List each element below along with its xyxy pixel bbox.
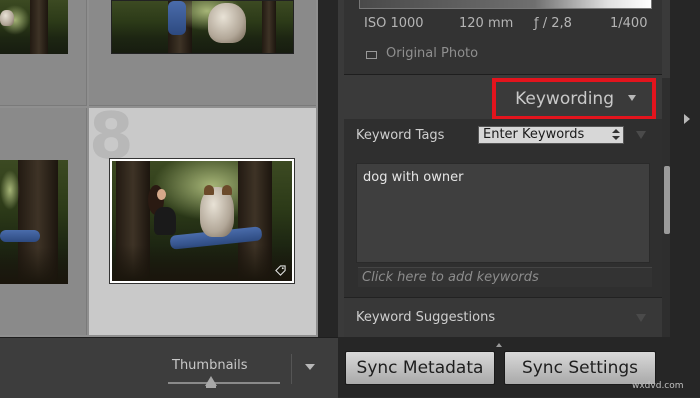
toolbar-options-chevron-icon[interactable] bbox=[305, 364, 315, 370]
photo-thumbnail[interactable] bbox=[111, 0, 294, 54]
shutter-value: 1/400 bbox=[610, 16, 648, 31]
keyword-tags-label: Keyword Tags bbox=[356, 128, 445, 143]
metadata-info-panel: ISO 1000 120 mm ƒ / 2,8 1/400 Original P… bbox=[344, 0, 662, 75]
iso-value: ISO 1000 bbox=[364, 16, 424, 31]
suggestions-triangle-icon[interactable] bbox=[636, 314, 646, 322]
grid-cell[interactable] bbox=[89, 0, 316, 106]
expand-up-icon[interactable] bbox=[496, 343, 502, 347]
keywording-panel-header[interactable]: Keywording bbox=[344, 78, 662, 120]
sync-metadata-button[interactable]: Sync Metadata bbox=[345, 351, 495, 385]
right-panel: ISO 1000 120 mm ƒ / 2,8 1/400 Original P… bbox=[338, 0, 670, 397]
keyword-mode-select[interactable]: Enter Keywords bbox=[478, 126, 624, 144]
collapse-panel-arrow-icon[interactable] bbox=[684, 114, 690, 124]
original-photo-checkbox[interactable] bbox=[366, 51, 377, 59]
watermark-text: wxdvd.com bbox=[632, 381, 684, 391]
keywords-textarea[interactable]: dog with owner bbox=[356, 163, 650, 263]
focal-length-value: 120 mm bbox=[459, 16, 514, 31]
thumbnail-size-slider[interactable] bbox=[168, 382, 280, 384]
sync-buttons-area: Sync Metadata Sync Settings bbox=[338, 337, 670, 397]
grid-toolbar: Thumbnails bbox=[0, 337, 338, 398]
keyword-suggestions-section[interactable]: Keyword Suggestions bbox=[344, 297, 662, 338]
selected-photo-frame[interactable] bbox=[109, 158, 295, 284]
photo-thumbnail[interactable] bbox=[112, 161, 292, 281]
histogram bbox=[359, 0, 652, 9]
toolbar-divider bbox=[291, 354, 292, 384]
slider-handle-base[interactable] bbox=[206, 385, 216, 388]
sync-settings-button[interactable]: Sync Settings bbox=[504, 351, 656, 385]
library-grid: 8 bbox=[0, 0, 318, 337]
keyword-tags-row: Keyword Tags Enter Keywords bbox=[344, 119, 662, 153]
photo-thumbnail[interactable] bbox=[0, 160, 68, 284]
grid-cell[interactable] bbox=[0, 0, 87, 106]
grid-cell[interactable] bbox=[0, 108, 87, 335]
grid-cell-selected[interactable]: 8 bbox=[89, 100, 316, 335]
keyword-tag-icon bbox=[275, 265, 286, 276]
add-keywords-input[interactable]: Click here to add keywords bbox=[358, 267, 652, 287]
original-photo-label: Original Photo bbox=[386, 46, 479, 61]
thumbnails-label: Thumbnails bbox=[172, 358, 248, 373]
keyword-mode-value: Enter Keywords bbox=[483, 127, 585, 142]
keywording-panel-body: Keyword Tags Enter Keywords dog with own… bbox=[344, 119, 662, 338]
panel-edge-strip bbox=[670, 0, 700, 397]
photo-thumbnail[interactable] bbox=[0, 0, 68, 54]
keyword-tags-triangle-icon[interactable] bbox=[636, 131, 646, 139]
select-stepper-icon[interactable] bbox=[611, 129, 621, 141]
keyword-suggestions-label: Keyword Suggestions bbox=[356, 310, 496, 325]
panel-divider bbox=[318, 0, 338, 337]
aperture-value: ƒ / 2,8 bbox=[534, 16, 572, 31]
red-highlight-box bbox=[492, 78, 656, 120]
